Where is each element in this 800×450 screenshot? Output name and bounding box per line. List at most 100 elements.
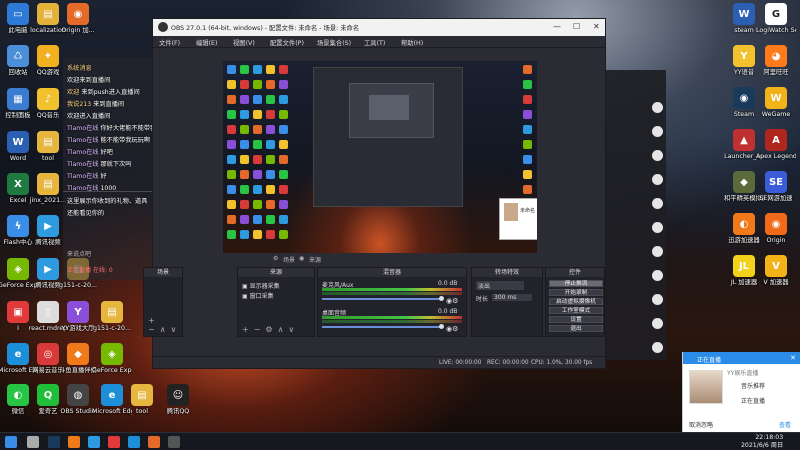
obs-scene-toolbar: ⚙ 场景 ◉ 来源 [153, 255, 605, 265]
desktop-icon[interactable]: G LogiWatch Setup [756, 3, 796, 34]
mixer-volume-knob[interactable] [439, 324, 444, 329]
notification-ignore-button[interactable]: 取消忽略 [689, 420, 713, 429]
preview-icon [279, 95, 288, 104]
maximize-icon[interactable]: ☐ [573, 22, 580, 31]
studio-mode-button[interactable]: 工作室模式 [549, 307, 603, 314]
round-icon [652, 318, 663, 329]
desktop-icon[interactable]: V V 加速器 [756, 255, 796, 286]
minimize-icon[interactable]: — [553, 22, 561, 31]
preview-icon [523, 110, 532, 119]
desktop-icon[interactable]: ◈ GeForce Experience [92, 343, 132, 374]
obs-menu-item[interactable]: 配置文件(P) [270, 38, 304, 47]
source-item-window[interactable]: ▣ 窗口采集 [242, 291, 274, 300]
desktop-icon[interactable]: ✦ QQ游戏 [28, 45, 68, 76]
desktop-icon[interactable]: ▤ tool [28, 131, 68, 162]
mixer-volume-knob[interactable] [439, 296, 444, 301]
obs-menu-item[interactable]: 工具(T) [364, 38, 385, 47]
mixer-mute-icon[interactable]: ◉⚙ [446, 297, 458, 305]
obs-menu-item[interactable]: 视图(V) [233, 38, 255, 47]
edge-task-icon[interactable] [128, 436, 140, 448]
obs-title-bar[interactable]: OBS 27.0.1 (64-bit, windows) - 配置文件: 未命名… [153, 19, 605, 36]
obs-window[interactable]: OBS 27.0.1 (64-bit, windows) - 配置文件: 未命名… [143, 18, 606, 369]
exit-button[interactable]: 退出 [549, 325, 603, 332]
transition-header: 转场特效 [472, 268, 542, 277]
app-icon: SE [765, 171, 787, 193]
desktop-icon[interactable]: ◕ 阿里旺旺 [756, 45, 796, 76]
desktop-icon[interactable]: SE SE网游加速 [756, 171, 796, 202]
obs-task-icon[interactable] [168, 436, 180, 448]
controls-dock: 控件 停止推流 开始录制 启动虚拟摄像机 工作室模式 设置 退出 [545, 267, 605, 337]
round-icon [652, 198, 663, 209]
mini-card-label: 未命名 [520, 208, 536, 214]
transition-duration-input[interactable]: 300 ms [492, 294, 532, 301]
virtual-camera-button[interactable]: 启动虚拟摄像机 [549, 298, 603, 305]
preview-nested-obs [313, 67, 463, 207]
preview-icon [279, 230, 288, 239]
obs-status-bar: LIVE: 00:00:00 REC: 00:00:00 CPU: 1.0%, … [153, 356, 605, 368]
desktop-icon-label: g151-c-20... [58, 282, 98, 289]
system-clock[interactable]: 22:18:03 2021/6/6 周日 [741, 434, 783, 450]
desktop-icon-label: 阿里旺旺 [763, 69, 789, 76]
app-icon: ◕ [765, 45, 787, 67]
desktop-icon[interactable]: W WeGame [756, 87, 796, 118]
desktop-icon[interactable]: ◉ Origin 加... [58, 3, 98, 34]
transition-dock: 转场特效 淡出 时长 300 ms [471, 267, 543, 337]
obs-menu-item[interactable]: 帮助(H) [401, 38, 423, 47]
preview-icon [240, 95, 249, 104]
chat-input-placeholder[interactable]: 来说点吧 [67, 249, 91, 258]
search-icon[interactable] [27, 436, 39, 448]
desktop-icon[interactable]: ▤ tool [122, 384, 162, 415]
desktop-icon-label: Apex Legends [756, 153, 796, 160]
preview-icon [253, 185, 262, 194]
app-task-icon[interactable] [68, 436, 80, 448]
obs-menu-item[interactable]: 文件(F) [159, 38, 180, 47]
app-icon: ◆ [67, 343, 89, 365]
app-icon: ▤ [37, 131, 59, 153]
settings-button[interactable]: 设置 [549, 316, 603, 323]
app-icon: ◐ [7, 384, 29, 406]
live-notification[interactable]: 正在直播 ✕ YY娱乐直播 音乐推荐 正在直播 取消忽略 查看 [682, 352, 800, 432]
mixer-mute-icon[interactable]: ◉⚙ [446, 325, 458, 333]
notification-close-icon[interactable]: ✕ [790, 354, 796, 362]
app-task-icon[interactable] [148, 436, 160, 448]
desktop-icon[interactable]: ▶ 腾讯视频 [28, 215, 68, 246]
app-icon: ▦ [7, 88, 29, 110]
obs-menu-item[interactable]: 编辑(E) [196, 38, 218, 47]
obs-menu-item[interactable]: 场景集合(S) [317, 38, 351, 47]
stop-streaming-button[interactable]: 停止推流 [549, 280, 603, 287]
source-toolbar-icon[interactable]: ◉ [299, 255, 304, 262]
obs-logo-icon [158, 22, 168, 32]
mixer-meter [322, 320, 462, 323]
close-icon[interactable]: ✕ [593, 22, 600, 31]
notification-view-button[interactable]: 查看 [779, 420, 791, 429]
app-task-icon[interactable] [88, 436, 100, 448]
source-item-monitor[interactable]: ▣ 显示器采集 [242, 281, 280, 290]
app-icon: ◉ [733, 87, 755, 109]
desktop-icon[interactable]: ▤ jinx_2021... [28, 173, 68, 204]
mixer-volume-slider[interactable] [322, 298, 442, 300]
round-icon [652, 246, 663, 257]
mixer-volume-slider[interactable] [322, 326, 442, 328]
steam-task-icon[interactable] [48, 436, 60, 448]
transition-type-select[interactable]: 淡出 [476, 281, 524, 290]
desktop-icon[interactable]: A Apex Legends [756, 129, 796, 160]
start-recording-button[interactable]: 开始录制 [549, 289, 603, 296]
desktop-icon[interactable]: ◉ Origin [756, 213, 796, 244]
desktop-icon[interactable]: ▤ g151-c-20... [92, 301, 132, 332]
scene-toolbar-icon[interactable]: ⚙ [273, 255, 278, 262]
app-icon: W [7, 131, 29, 153]
desktop-icon[interactable]: ☺ 腾讯QQ [158, 384, 198, 415]
transition-duration-label: 时长 [476, 296, 489, 303]
scenes-dock-actions[interactable]: +−∧∨ [148, 316, 182, 334]
desktop-icon[interactable]: ♪ QQ音乐 [28, 88, 68, 119]
round-icon [652, 102, 663, 113]
windows-start-icon[interactable] [5, 436, 17, 448]
sources-dock-actions[interactable]: +−⚙∧∨ [242, 325, 299, 334]
preview-icon [253, 155, 262, 164]
app-task-icon[interactable] [108, 436, 120, 448]
preview-icon [266, 110, 275, 119]
obs-preview[interactable]: 未命名 [223, 61, 537, 253]
desktop-icon-label: jinx_2021... [29, 197, 67, 204]
app-icon: Y [733, 45, 755, 67]
app-icon: ♺ [7, 45, 29, 67]
